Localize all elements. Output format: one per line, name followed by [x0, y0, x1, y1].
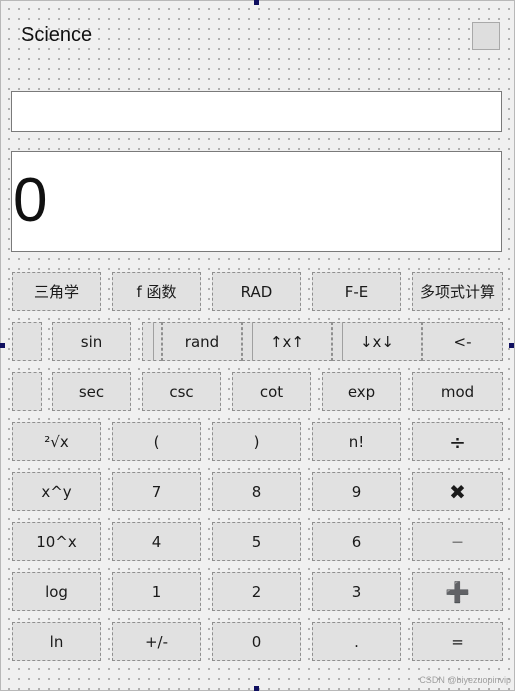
add-button[interactable]: ➕ [412, 572, 503, 611]
resize-handle-left[interactable] [0, 343, 5, 348]
resize-handle-top[interactable] [254, 0, 259, 5]
function-button[interactable]: f 函数 [112, 272, 201, 311]
equals-button[interactable]: = [412, 622, 503, 661]
close-paren-button[interactable]: ) [212, 422, 301, 461]
digit-3-button[interactable]: 3 [312, 572, 401, 611]
divider [342, 322, 343, 361]
left-stub-button-2[interactable] [12, 372, 42, 411]
options-button[interactable] [472, 22, 500, 50]
divider [252, 322, 253, 361]
cot-button[interactable]: cot [232, 372, 311, 411]
negate-button[interactable]: +/- [112, 622, 201, 661]
resize-handle-right[interactable] [509, 343, 514, 348]
backspace-button[interactable]: <- [422, 322, 503, 361]
result-value: 0 [13, 166, 48, 235]
digit-5-button[interactable]: 5 [212, 522, 301, 561]
ten-power-button[interactable]: 10^x [12, 522, 101, 561]
ceil-button[interactable]: ↑x↑ [242, 322, 332, 361]
fe-button[interactable]: F-E [312, 272, 401, 311]
digit-7-button[interactable]: 7 [112, 472, 201, 511]
digit-2-button[interactable]: 2 [212, 572, 301, 611]
rad-button[interactable]: RAD [212, 272, 301, 311]
divide-button[interactable]: ÷ [412, 422, 503, 461]
ln-button[interactable]: ln [12, 622, 101, 661]
log-button[interactable]: log [12, 572, 101, 611]
open-paren-button[interactable]: ( [112, 422, 201, 461]
digit-4-button[interactable]: 4 [112, 522, 201, 561]
subtract-button[interactable]: — [412, 522, 503, 561]
left-stub-button[interactable] [12, 322, 42, 361]
digit-0-button[interactable]: 0 [212, 622, 301, 661]
digit-6-button[interactable]: 6 [312, 522, 401, 561]
mod-button[interactable]: mod [412, 372, 503, 411]
csc-button[interactable]: csc [142, 372, 221, 411]
result-display: 0 [11, 151, 502, 252]
factorial-button[interactable]: n! [312, 422, 401, 461]
window-title: Science [21, 24, 93, 46]
digit-9-button[interactable]: 9 [312, 472, 401, 511]
trig-button[interactable]: 三角学 [12, 272, 101, 311]
sin-button[interactable]: sin [52, 322, 131, 361]
exp-button[interactable]: exp [322, 372, 401, 411]
digit-1-button[interactable]: 1 [112, 572, 201, 611]
polynomial-button[interactable]: 多项式计算 [412, 272, 503, 311]
digit-8-button[interactable]: 8 [212, 472, 301, 511]
decimal-point-button[interactable]: . [312, 622, 401, 661]
sec-button[interactable]: sec [52, 372, 131, 411]
multiply-button[interactable]: ✖ [412, 472, 503, 511]
expression-field[interactable] [11, 91, 502, 132]
rand-button[interactable]: rand [162, 322, 242, 361]
watermark: CSDN @biyezuopinvip [419, 675, 511, 685]
square-root-button[interactable]: ²√x [12, 422, 101, 461]
spacer-button[interactable] [142, 322, 162, 361]
resize-handle-bottom[interactable] [254, 686, 259, 691]
power-button[interactable]: x^y [12, 472, 101, 511]
floor-button[interactable]: ↓x↓ [332, 322, 422, 361]
divider [153, 322, 154, 361]
